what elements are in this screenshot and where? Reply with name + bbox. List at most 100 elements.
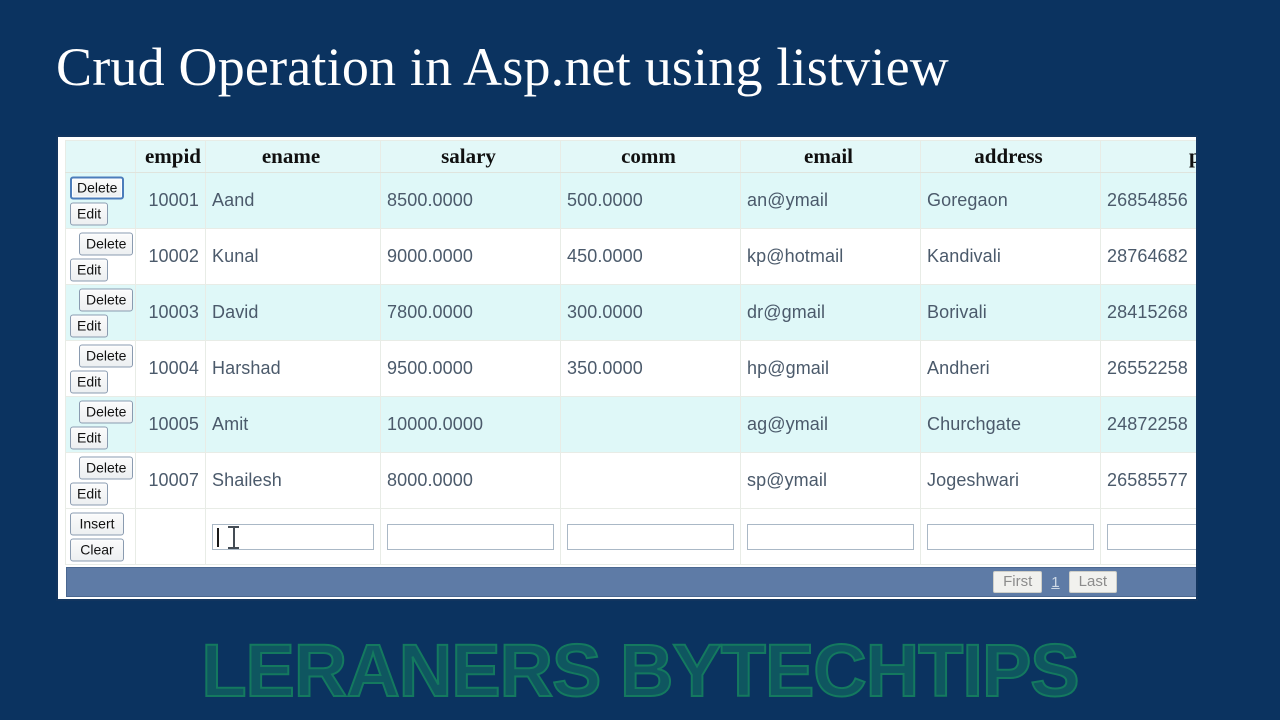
- table-row: Delete Edit 10001 Aand 8500.0000 500.000…: [65, 172, 1196, 229]
- table-header-row: empid ename salary comm email address ph…: [65, 140, 1196, 173]
- cell-comm: 300.0000: [560, 284, 741, 341]
- cell-empid: 10005: [135, 396, 206, 453]
- insert-cell-address: [920, 508, 1101, 565]
- cell-salary: 10000.0000: [380, 396, 561, 453]
- column-header-email: email: [740, 140, 921, 173]
- cell-phone: 26552258: [1100, 340, 1196, 397]
- delete-button[interactable]: Delete: [79, 288, 134, 311]
- cell-salary: 9500.0000: [380, 340, 561, 397]
- column-header-empid: empid: [135, 140, 206, 173]
- ename-input[interactable]: [212, 523, 374, 550]
- cell-email: ag@ymail: [740, 396, 921, 453]
- table-row: Delete Edit 10005 Amit 10000.0000 ag@yma…: [65, 396, 1196, 453]
- browser-content-area: empid ename salary comm email address ph…: [61, 140, 1196, 598]
- cell-comm: 350.0000: [560, 340, 741, 397]
- cell-salary: 8000.0000: [380, 452, 561, 509]
- cell-email: sp@ymail: [740, 452, 921, 509]
- row-actions-cell: Delete Edit: [65, 340, 136, 397]
- cell-address: Andheri: [920, 340, 1101, 397]
- watermark-text: LERANERS BYTECHTIPS: [200, 628, 1080, 713]
- row-actions-cell: Delete Edit: [65, 228, 136, 285]
- edit-button[interactable]: Edit: [70, 314, 109, 337]
- delete-button[interactable]: Delete: [70, 176, 125, 199]
- cell-phone: 26854856: [1100, 172, 1196, 229]
- delete-button[interactable]: Delete: [79, 400, 134, 423]
- column-header-comm: comm: [560, 140, 741, 173]
- cell-comm: 450.0000: [560, 228, 741, 285]
- table-row: Delete Edit 10007 Shailesh 8000.0000 sp@…: [65, 452, 1196, 509]
- row-action-buttons: Delete Edit: [70, 400, 134, 449]
- cell-email: dr@gmail: [740, 284, 921, 341]
- row-action-buttons: Delete Edit: [70, 232, 134, 281]
- column-header-salary: salary: [380, 140, 561, 173]
- edit-button[interactable]: Edit: [70, 482, 109, 505]
- delete-button[interactable]: Delete: [79, 456, 134, 479]
- cell-ename: David: [205, 284, 381, 341]
- pager-last-button[interactable]: Last: [1068, 571, 1117, 593]
- table-row: Delete Edit 10004 Harshad 9500.0000 350.…: [65, 340, 1196, 397]
- edit-button[interactable]: Edit: [70, 202, 109, 225]
- ename-input-wrapper: [212, 523, 374, 550]
- salary-input[interactable]: [387, 523, 554, 550]
- clear-button[interactable]: Clear: [70, 538, 124, 561]
- edit-button[interactable]: Edit: [70, 258, 109, 281]
- row-actions-cell: Delete Edit: [65, 396, 136, 453]
- email-input[interactable]: [747, 523, 914, 550]
- pager-first-button[interactable]: First: [993, 571, 1043, 593]
- pager-bar: First 1 Last: [66, 567, 1196, 597]
- cell-comm: 500.0000: [560, 172, 741, 229]
- row-action-buttons: Delete Edit: [70, 176, 125, 225]
- row-actions-cell: Delete Edit: [65, 284, 136, 341]
- comm-input[interactable]: [567, 523, 734, 550]
- cell-comm: [560, 452, 741, 509]
- cell-empid: 10004: [135, 340, 206, 397]
- column-header-ename: ename: [205, 140, 381, 173]
- edit-button[interactable]: Edit: [70, 426, 109, 449]
- address-input[interactable]: [927, 523, 1094, 550]
- cell-email: kp@hotmail: [740, 228, 921, 285]
- cell-email: an@ymail: [740, 172, 921, 229]
- cell-empid: 10007: [135, 452, 206, 509]
- cell-salary: 8500.0000: [380, 172, 561, 229]
- insert-cell-comm: [560, 508, 741, 565]
- column-header-actions: [65, 140, 136, 173]
- insert-cell-phone: [1100, 508, 1196, 565]
- delete-button[interactable]: Delete: [79, 344, 134, 367]
- row-actions-cell: Delete Edit: [65, 172, 136, 229]
- cell-ename: Amit: [205, 396, 381, 453]
- row-actions-cell: Delete Edit: [65, 452, 136, 509]
- employee-listview-table: empid ename salary comm email address ph…: [65, 140, 1196, 565]
- edit-button[interactable]: Edit: [70, 370, 109, 393]
- cell-ename: Aand: [205, 172, 381, 229]
- cell-salary: 7800.0000: [380, 284, 561, 341]
- insert-cell-ename: [205, 508, 381, 565]
- cell-comm: [560, 396, 741, 453]
- insert-row: Insert Clear: [65, 508, 1196, 565]
- cell-salary: 9000.0000: [380, 228, 561, 285]
- cell-phone: 24872258: [1100, 396, 1196, 453]
- cell-phone: 28415268: [1100, 284, 1196, 341]
- cell-empid: 10003: [135, 284, 206, 341]
- table-row: Delete Edit 10002 Kunal 9000.0000 450.00…: [65, 228, 1196, 285]
- page-title: Crud Operation in Asp.net using listview: [56, 37, 949, 97]
- cell-email: hp@gmail: [740, 340, 921, 397]
- cell-phone: 28764682: [1100, 228, 1196, 285]
- phone-input[interactable]: [1107, 523, 1196, 550]
- cell-address: Kandivali: [920, 228, 1101, 285]
- column-header-address: address: [920, 140, 1101, 173]
- delete-button[interactable]: Delete: [79, 232, 134, 255]
- row-action-buttons: Delete Edit: [70, 456, 134, 505]
- cell-empid: 10001: [135, 172, 206, 229]
- insert-actions-cell: Insert Clear: [65, 508, 136, 565]
- cell-ename: Shailesh: [205, 452, 381, 509]
- cell-phone: 26585577: [1100, 452, 1196, 509]
- cell-ename: Kunal: [205, 228, 381, 285]
- cell-address: Goregaon: [920, 172, 1101, 229]
- insert-cell-salary: [380, 508, 561, 565]
- insert-button[interactable]: Insert: [70, 512, 124, 535]
- row-action-buttons: Delete Edit: [70, 288, 134, 337]
- row-action-buttons: Delete Edit: [70, 344, 134, 393]
- insert-cell-email: [740, 508, 921, 565]
- pager-page-1[interactable]: 1: [1049, 574, 1061, 591]
- screenshot-frame: empid ename salary comm email address ph…: [56, 135, 1198, 601]
